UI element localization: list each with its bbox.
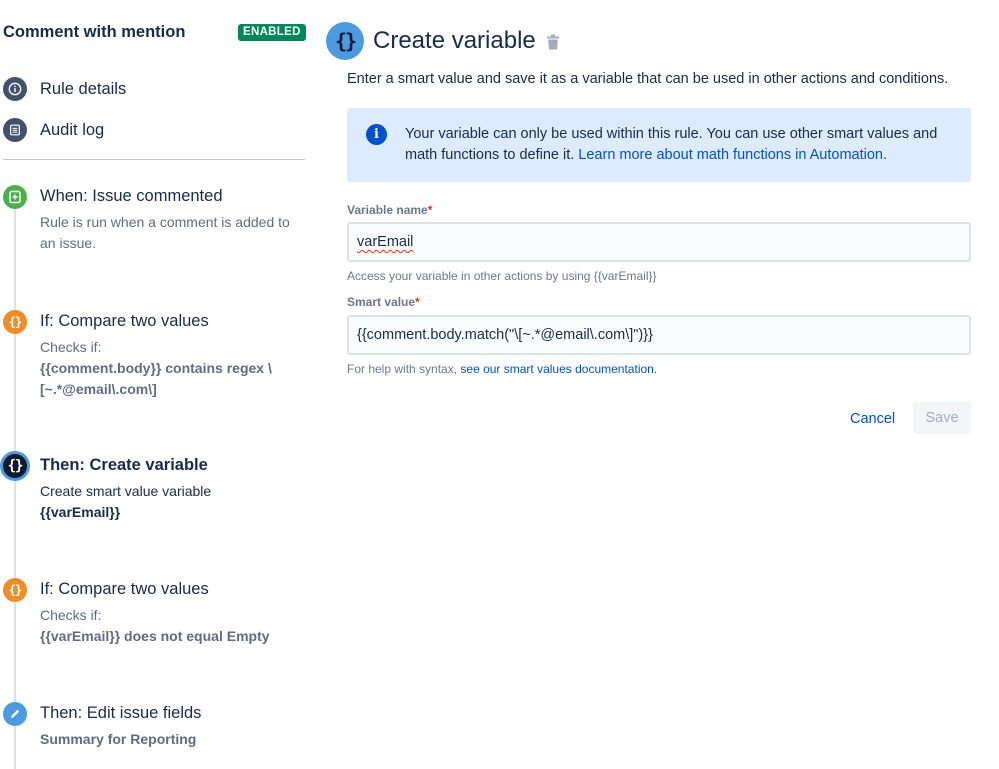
list-icon: [3, 118, 27, 142]
step-title: Then: Edit issue fields: [40, 704, 202, 722]
math-functions-link[interactable]: Learn more about math functions in Autom…: [578, 147, 887, 163]
step-title: Then: Create variable: [40, 456, 208, 474]
step-description-value: Summary for Reporting: [40, 731, 197, 747]
rule-sidebar: Comment with mention ENABLED Rule detail…: [0, 0, 310, 769]
braces-icon: {}: [3, 578, 27, 602]
step-description-value: {{varEmail}} does not equal Empty: [40, 628, 270, 644]
sidebar-divider: [3, 159, 305, 160]
step-description-value: {{varEmail}}: [40, 504, 121, 520]
pencil-icon: [3, 702, 27, 726]
step-trigger-issue-commented[interactable]: When: Issue commented Rule is run when a…: [3, 185, 303, 255]
variable-name-label: Variable name*: [347, 203, 433, 217]
nav-audit-log[interactable]: Audit log: [3, 117, 104, 143]
smart-value-input[interactable]: {{comment.body.match("\[~.*@email\.com\]…: [347, 315, 971, 355]
trigger-icon: [3, 185, 27, 209]
intro-text: Enter a smart value and save it as a var…: [347, 71, 949, 87]
step-description-label: Create smart value variable: [40, 483, 212, 499]
status-badge: ENABLED: [238, 24, 306, 41]
nav-rule-details[interactable]: Rule details: [3, 76, 126, 102]
save-button[interactable]: Save: [913, 402, 971, 434]
smart-value-helper: For help with syntax, see our smart valu…: [347, 362, 658, 376]
info-panel: i Your variable can only be used within …: [347, 108, 971, 182]
smart-values-docs-link[interactable]: see our smart values documentation.: [460, 362, 657, 376]
cancel-button[interactable]: Cancel: [842, 404, 903, 434]
rule-title: Comment with mention: [3, 23, 186, 41]
step-title: If: Compare two values: [40, 580, 209, 598]
required-mark: *: [415, 295, 420, 309]
action-config-panel: {} Create variable Enter a smart value a…: [326, 0, 999, 769]
page-title: Create variable: [373, 27, 536, 54]
step-condition-compare-values-2[interactable]: {} If: Compare two values Checks if: {{v…: [3, 578, 303, 648]
step-description-label: Checks if:: [40, 339, 102, 355]
variable-name-helper: Access your variable in other actions by…: [347, 269, 657, 283]
step-title: If: Compare two values: [40, 312, 209, 330]
nav-rule-details-label: Rule details: [40, 79, 127, 98]
smart-value-label: Smart value*: [347, 295, 420, 309]
smart-value-value: {{comment.body.match("\[~.*@email\.com\]…: [357, 327, 653, 343]
braces-icon: {}: [326, 22, 364, 60]
variable-name-value: varEmail: [357, 234, 414, 250]
step-condition-compare-values[interactable]: {} If: Compare two values Checks if: {{c…: [3, 310, 303, 400]
info-icon: i: [366, 124, 387, 145]
braces-icon: {}: [3, 310, 27, 334]
step-action-edit-issue-fields[interactable]: Then: Edit issue fields Summary for Repo…: [3, 702, 303, 752]
info-icon: [3, 77, 27, 101]
step-description-label: Checks if:: [40, 607, 102, 623]
required-mark: *: [427, 203, 433, 217]
step-description: Rule is run when a comment is added to a…: [40, 214, 290, 251]
step-description-value: {{comment.body}} contains regex \[~.*@em…: [40, 360, 272, 397]
info-text: Your variable can only be used within th…: [405, 124, 955, 166]
braces-icon: {}: [3, 454, 27, 478]
step-action-create-variable[interactable]: {} Then: Create variable Create smart va…: [3, 454, 303, 524]
trash-icon[interactable]: [546, 34, 560, 51]
variable-name-input[interactable]: varEmail: [347, 222, 971, 262]
nav-audit-log-label: Audit log: [40, 120, 105, 139]
step-title: When: Issue commented: [40, 187, 223, 205]
